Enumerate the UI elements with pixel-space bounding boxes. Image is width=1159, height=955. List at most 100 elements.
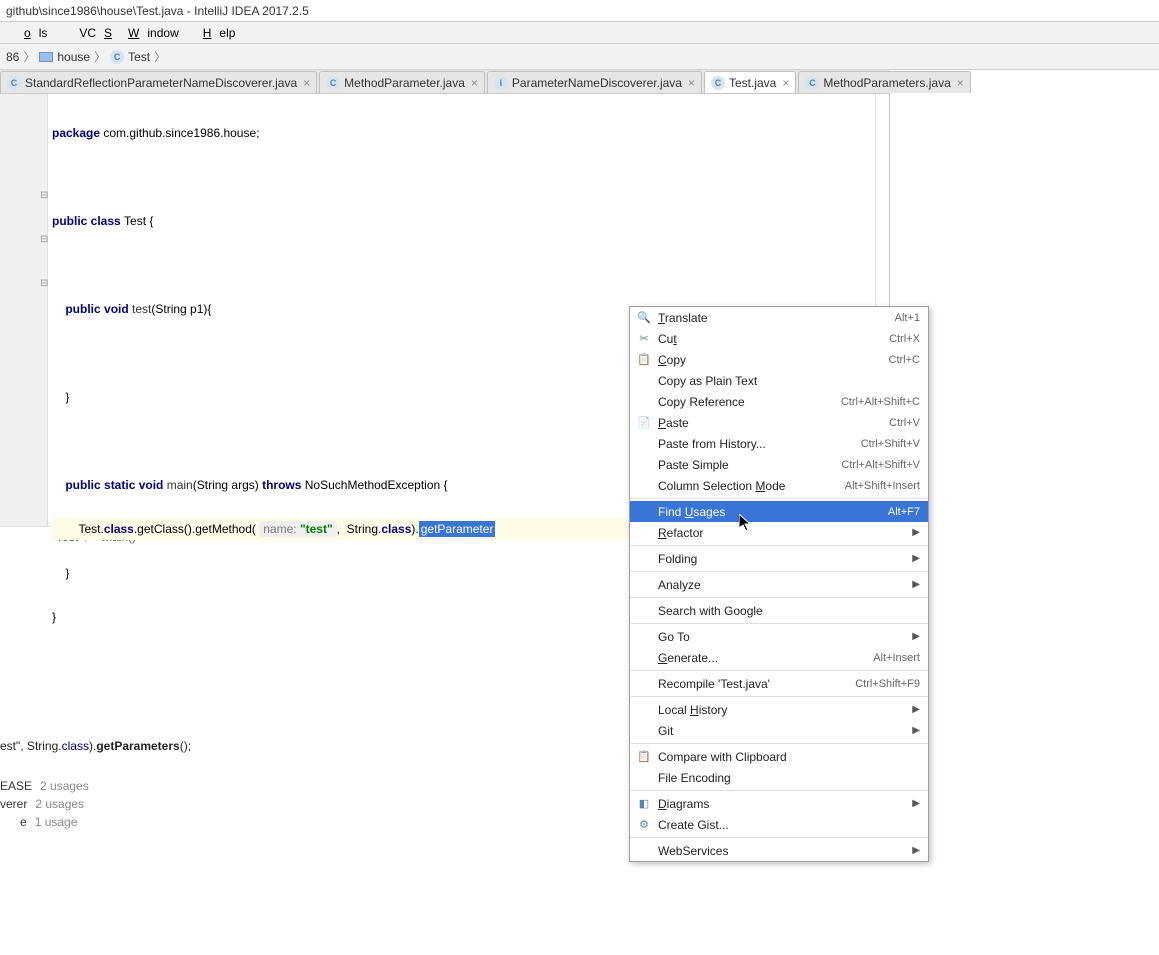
- tab-label: MethodParameter.java: [344, 76, 465, 90]
- usages-list: EASE2 usagesverer2 usagese1 usage: [0, 777, 620, 831]
- menu-icon: 📄: [636, 415, 652, 431]
- close-icon[interactable]: ×: [303, 76, 310, 90]
- menu-icon: ✂: [636, 331, 652, 347]
- chevron-right-icon: ▶: [912, 704, 920, 715]
- class-icon: C: [711, 76, 725, 90]
- usages-preview-code: est", String.class).getParameters();: [0, 735, 620, 777]
- chevron-right-icon: ▶: [912, 845, 920, 856]
- editor-tab[interactable]: C MethodParameters.java ×: [798, 71, 970, 93]
- folder-icon: [39, 52, 53, 62]
- chevron-right-icon: 〉: [94, 48, 106, 65]
- menu-separator: [630, 837, 928, 838]
- menu-separator: [630, 571, 928, 572]
- shortcut-label: Alt+Insert: [873, 652, 920, 664]
- editor-tabs: C StandardReflectionParameterNameDiscover…: [0, 70, 889, 94]
- menu-item[interactable]: Paste from History...Ctrl+Shift+V: [630, 433, 928, 454]
- menu-item[interactable]: Generate...Alt+Insert: [630, 647, 928, 668]
- breadcrumb: 86 〉 house 〉 CTest 〉: [0, 44, 1159, 70]
- editor-tab[interactable]: C MethodParameter.java ×: [319, 71, 485, 93]
- menu-window[interactable]: Window: [120, 26, 195, 40]
- tab-label: StandardReflectionParameterNameDiscovere…: [25, 76, 297, 90]
- menu-separator: [630, 623, 928, 624]
- menu-item[interactable]: Local History▶: [630, 699, 928, 720]
- class-icon: C: [110, 50, 124, 64]
- menu-separator: [630, 790, 928, 791]
- menubar: ols VCS Window Help: [0, 22, 1159, 44]
- editor-tab[interactable]: C StandardReflectionParameterNameDiscover…: [0, 71, 317, 93]
- gutter: ⊟ ⊟ ⊟: [0, 94, 48, 526]
- menu-icon: ◧: [636, 796, 652, 812]
- menu-item[interactable]: Column Selection ModeAlt+Shift+Insert: [630, 475, 928, 496]
- menu-item[interactable]: ⚙Create Gist...: [630, 814, 928, 835]
- editor-tab[interactable]: C Test.java ×: [704, 71, 796, 93]
- close-icon[interactable]: ×: [471, 76, 478, 90]
- chevron-right-icon: ▶: [912, 527, 920, 538]
- menu-separator: [630, 743, 928, 744]
- chevron-right-icon: ▶: [912, 725, 920, 736]
- menu-item[interactable]: File Encoding: [630, 767, 928, 788]
- editor-tab[interactable]: I ParameterNameDiscoverer.java ×: [487, 71, 702, 93]
- menu-separator: [630, 498, 928, 499]
- class-icon: C: [805, 76, 819, 90]
- menu-item[interactable]: Go To▶: [630, 626, 928, 647]
- class-icon: I: [494, 76, 508, 90]
- menu-item[interactable]: Recompile 'Test.java'Ctrl+Shift+F9: [630, 673, 928, 694]
- chevron-right-icon: ▶: [912, 579, 920, 590]
- shortcut-label: Ctrl+X: [889, 333, 920, 345]
- menu-item[interactable]: ◧Diagrams▶: [630, 793, 928, 814]
- menu-tools[interactable]: ols: [0, 26, 63, 40]
- menu-item[interactable]: Analyze▶: [630, 574, 928, 595]
- context-menu: 🔍TranslateAlt+1✂CutCtrl+X📋CopyCtrl+CCopy…: [629, 306, 929, 862]
- menu-item[interactable]: Copy ReferenceCtrl+Alt+Shift+C: [630, 391, 928, 412]
- usage-row[interactable]: EASE2 usages: [0, 777, 620, 795]
- close-icon[interactable]: ×: [782, 76, 789, 90]
- menu-separator: [630, 597, 928, 598]
- window-title: github\since1986\house\Test.java - Intel…: [0, 0, 1159, 22]
- shortcut-label: Ctrl+Alt+Shift+V: [841, 459, 920, 471]
- chevron-right-icon: ▶: [912, 631, 920, 642]
- breadcrumb-segment[interactable]: house: [37, 50, 92, 64]
- menu-item[interactable]: 📋Compare with Clipboard: [630, 746, 928, 767]
- tab-label: MethodParameters.java: [823, 76, 950, 90]
- chevron-right-icon: ▶: [912, 553, 920, 564]
- shortcut-label: Ctrl+Alt+Shift+C: [841, 396, 920, 408]
- menu-separator: [630, 670, 928, 671]
- menu-item[interactable]: ✂CutCtrl+X: [630, 328, 928, 349]
- menu-help[interactable]: Help: [195, 26, 252, 40]
- menu-item[interactable]: Refactor▶: [630, 522, 928, 543]
- menu-item[interactable]: WebServices▶: [630, 840, 928, 861]
- chevron-right-icon: ▶: [912, 798, 920, 809]
- menu-item[interactable]: 📄PasteCtrl+V: [630, 412, 928, 433]
- tab-label: ParameterNameDiscoverer.java: [512, 76, 682, 90]
- usage-row[interactable]: e1 usage: [0, 813, 620, 831]
- menu-item[interactable]: Copy as Plain Text: [630, 370, 928, 391]
- menu-item[interactable]: 📋CopyCtrl+C: [630, 349, 928, 370]
- menu-icon: 📋: [636, 352, 652, 368]
- shortcut-label: Ctrl+Shift+F9: [855, 678, 920, 690]
- shortcut-label: Ctrl+V: [889, 417, 920, 429]
- menu-item[interactable]: Paste SimpleCtrl+Alt+Shift+V: [630, 454, 928, 475]
- menu-separator: [630, 545, 928, 546]
- menu-item[interactable]: 🔍TranslateAlt+1: [630, 307, 928, 328]
- close-icon[interactable]: ×: [688, 76, 695, 90]
- shortcut-label: Alt+1: [895, 312, 920, 324]
- breadcrumb-segment[interactable]: CTest: [108, 50, 152, 64]
- breadcrumb-segment[interactable]: 86: [4, 50, 21, 64]
- selected-text: getParameter: [419, 521, 496, 537]
- usage-row[interactable]: verer2 usages: [0, 795, 620, 813]
- shortcut-label: Ctrl+C: [889, 354, 920, 366]
- shortcut-label: Ctrl+Shift+V: [861, 438, 920, 450]
- menu-item[interactable]: Folding▶: [630, 548, 928, 569]
- menu-separator: [630, 696, 928, 697]
- menu-item[interactable]: Find UsagesAlt+F7: [630, 501, 928, 522]
- tab-label: Test.java: [729, 76, 776, 90]
- shortcut-label: Alt+F7: [888, 506, 920, 518]
- chevron-right-icon: 〉: [23, 48, 35, 65]
- menu-item[interactable]: Search with Google: [630, 600, 928, 621]
- class-icon: C: [7, 76, 21, 90]
- menu-vcs[interactable]: VCS: [63, 26, 120, 40]
- menu-item[interactable]: Git▶: [630, 720, 928, 741]
- menu-icon: 📋: [636, 749, 652, 765]
- class-icon: C: [326, 76, 340, 90]
- close-icon[interactable]: ×: [957, 76, 964, 90]
